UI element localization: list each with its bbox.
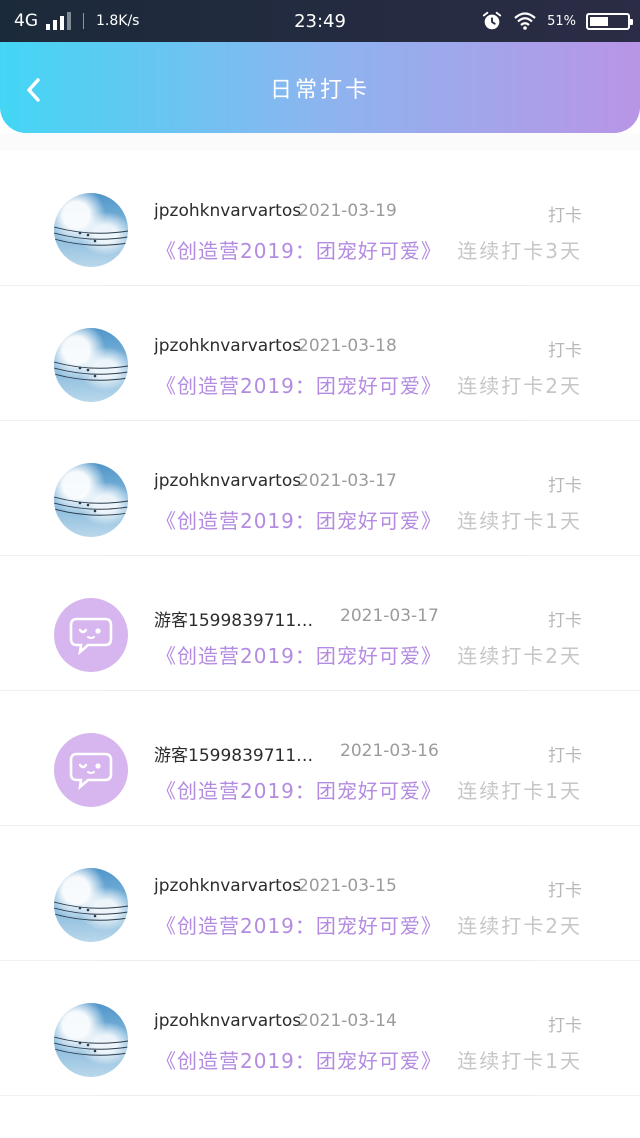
checkin-date: 2021-03-17 [298,471,397,491]
page-title: 日常打卡 [269,77,370,103]
power-lines-image [54,361,128,381]
streak-text: 连续打卡3天 [457,239,582,263]
guest-avatar[interactable] [54,598,128,672]
power-lines-image [54,1036,128,1056]
topic-link[interactable]: 《创造营2019：团宠好可爱》 [156,640,442,669]
list-top-spacer [0,133,640,151]
battery-percent: 51% [547,13,576,29]
list-item[interactable]: jpzohknvarvartos 2021-03-19 打卡《创造营2019：团宠好… [0,151,640,286]
user-name[interactable]: jpzohknvarvartos [154,201,301,221]
streak-text: 连续打卡2天 [457,644,582,668]
checkin-label: 打卡 [548,611,582,631]
battery-level [590,16,608,26]
power-lines-image [54,496,128,516]
topic-link[interactable]: 《创造营2019：团宠好可爱》 [156,910,442,939]
wink-chat-icon [69,752,113,790]
streak-text: 连续打卡1天 [457,1049,582,1073]
topic-link[interactable]: 《创造营2019：团宠好可爱》 [156,505,442,534]
list-item[interactable]: jpzohknvarvartos 2021-03-14 打卡《创造营2019：团宠好… [0,961,640,1096]
checkin-label: 打卡 [548,1016,582,1036]
topic-link[interactable]: 《创造营2019：团宠好可爱》 [156,1045,442,1074]
topic-link[interactable]: 《创造营2019：团宠好可爱》 [156,235,442,264]
user-name[interactable]: 游客1599839711… [154,741,313,766]
checkin-date: 2021-03-19 [298,201,397,221]
checkin-label: 打卡 [548,206,582,226]
checkin-date: 2021-03-15 [298,876,397,896]
checkin-label: 打卡 [548,881,582,901]
streak-text: 连续打卡2天 [457,914,582,938]
list-item[interactable]: 游客1599839711… 2021-03-17 打卡《创造营2019：团宠好可爱》… [0,556,640,691]
checkin-list: jpzohknvarvartos 2021-03-19 打卡 《创造营2019：团宠好… [0,151,640,1096]
user-name[interactable]: jpzohknvarvartos [154,471,301,491]
list-item[interactable]: jpzohknvarvartos 2021-03-15 打卡《创造营2019：团宠好… [0,826,640,961]
signal-icon [46,12,71,30]
user-avatar[interactable] [54,1003,128,1077]
streak-text: 连续打卡2天 [457,374,582,398]
network-speed: 1.8K/s [96,13,140,29]
checkin-label: 打卡 [548,476,582,496]
list-item[interactable]: jpzohknvarvartos 2021-03-18 打卡《创造营2019：团宠好… [0,286,640,421]
wifi-icon [514,12,536,30]
user-name[interactable]: 游客1599839711… [154,606,313,631]
status-divider [83,13,84,29]
streak-text: 连续打卡1天 [457,779,582,803]
user-avatar[interactable] [54,193,128,267]
list-item[interactable]: 游客1599839711… 2021-03-16 打卡《创造营2019：团宠好可爱》… [0,691,640,826]
wink-chat-icon [69,617,113,655]
checkin-label: 打卡 [548,341,582,361]
header-bar: 日常打卡 [0,42,640,133]
user-avatar[interactable] [54,463,128,537]
checkin-label: 打卡 [548,746,582,766]
network-type: 4G [14,11,38,31]
list-item[interactable]: jpzohknvarvartos 2021-03-17 打卡《创造营2019：团宠好… [0,421,640,556]
user-name[interactable]: jpzohknvarvartos [154,336,301,356]
row-divider [102,1095,530,1096]
checkin-date: 2021-03-17 [340,606,439,626]
alarm-icon [482,11,502,30]
checkin-date: 2021-03-18 [298,336,397,356]
checkin-date: 2021-03-14 [298,1011,397,1031]
checkin-date: 2021-03-16 [340,741,439,761]
guest-avatar[interactable] [54,733,128,807]
user-avatar[interactable] [54,868,128,942]
power-lines-image [54,901,128,921]
status-bar: 4G 1.8K/s 23:49 51% [0,0,640,42]
battery-icon [586,12,633,30]
topic-link[interactable]: 《创造营2019：团宠好可爱》 [156,370,442,399]
user-avatar[interactable] [54,328,128,402]
user-name[interactable]: jpzohknvarvartos [154,1011,301,1031]
power-lines-image [54,226,128,246]
topic-link[interactable]: 《创造营2019：团宠好可爱》 [156,775,442,804]
streak-text: 连续打卡1天 [457,509,582,533]
user-name[interactable]: jpzohknvarvartos [154,876,301,896]
